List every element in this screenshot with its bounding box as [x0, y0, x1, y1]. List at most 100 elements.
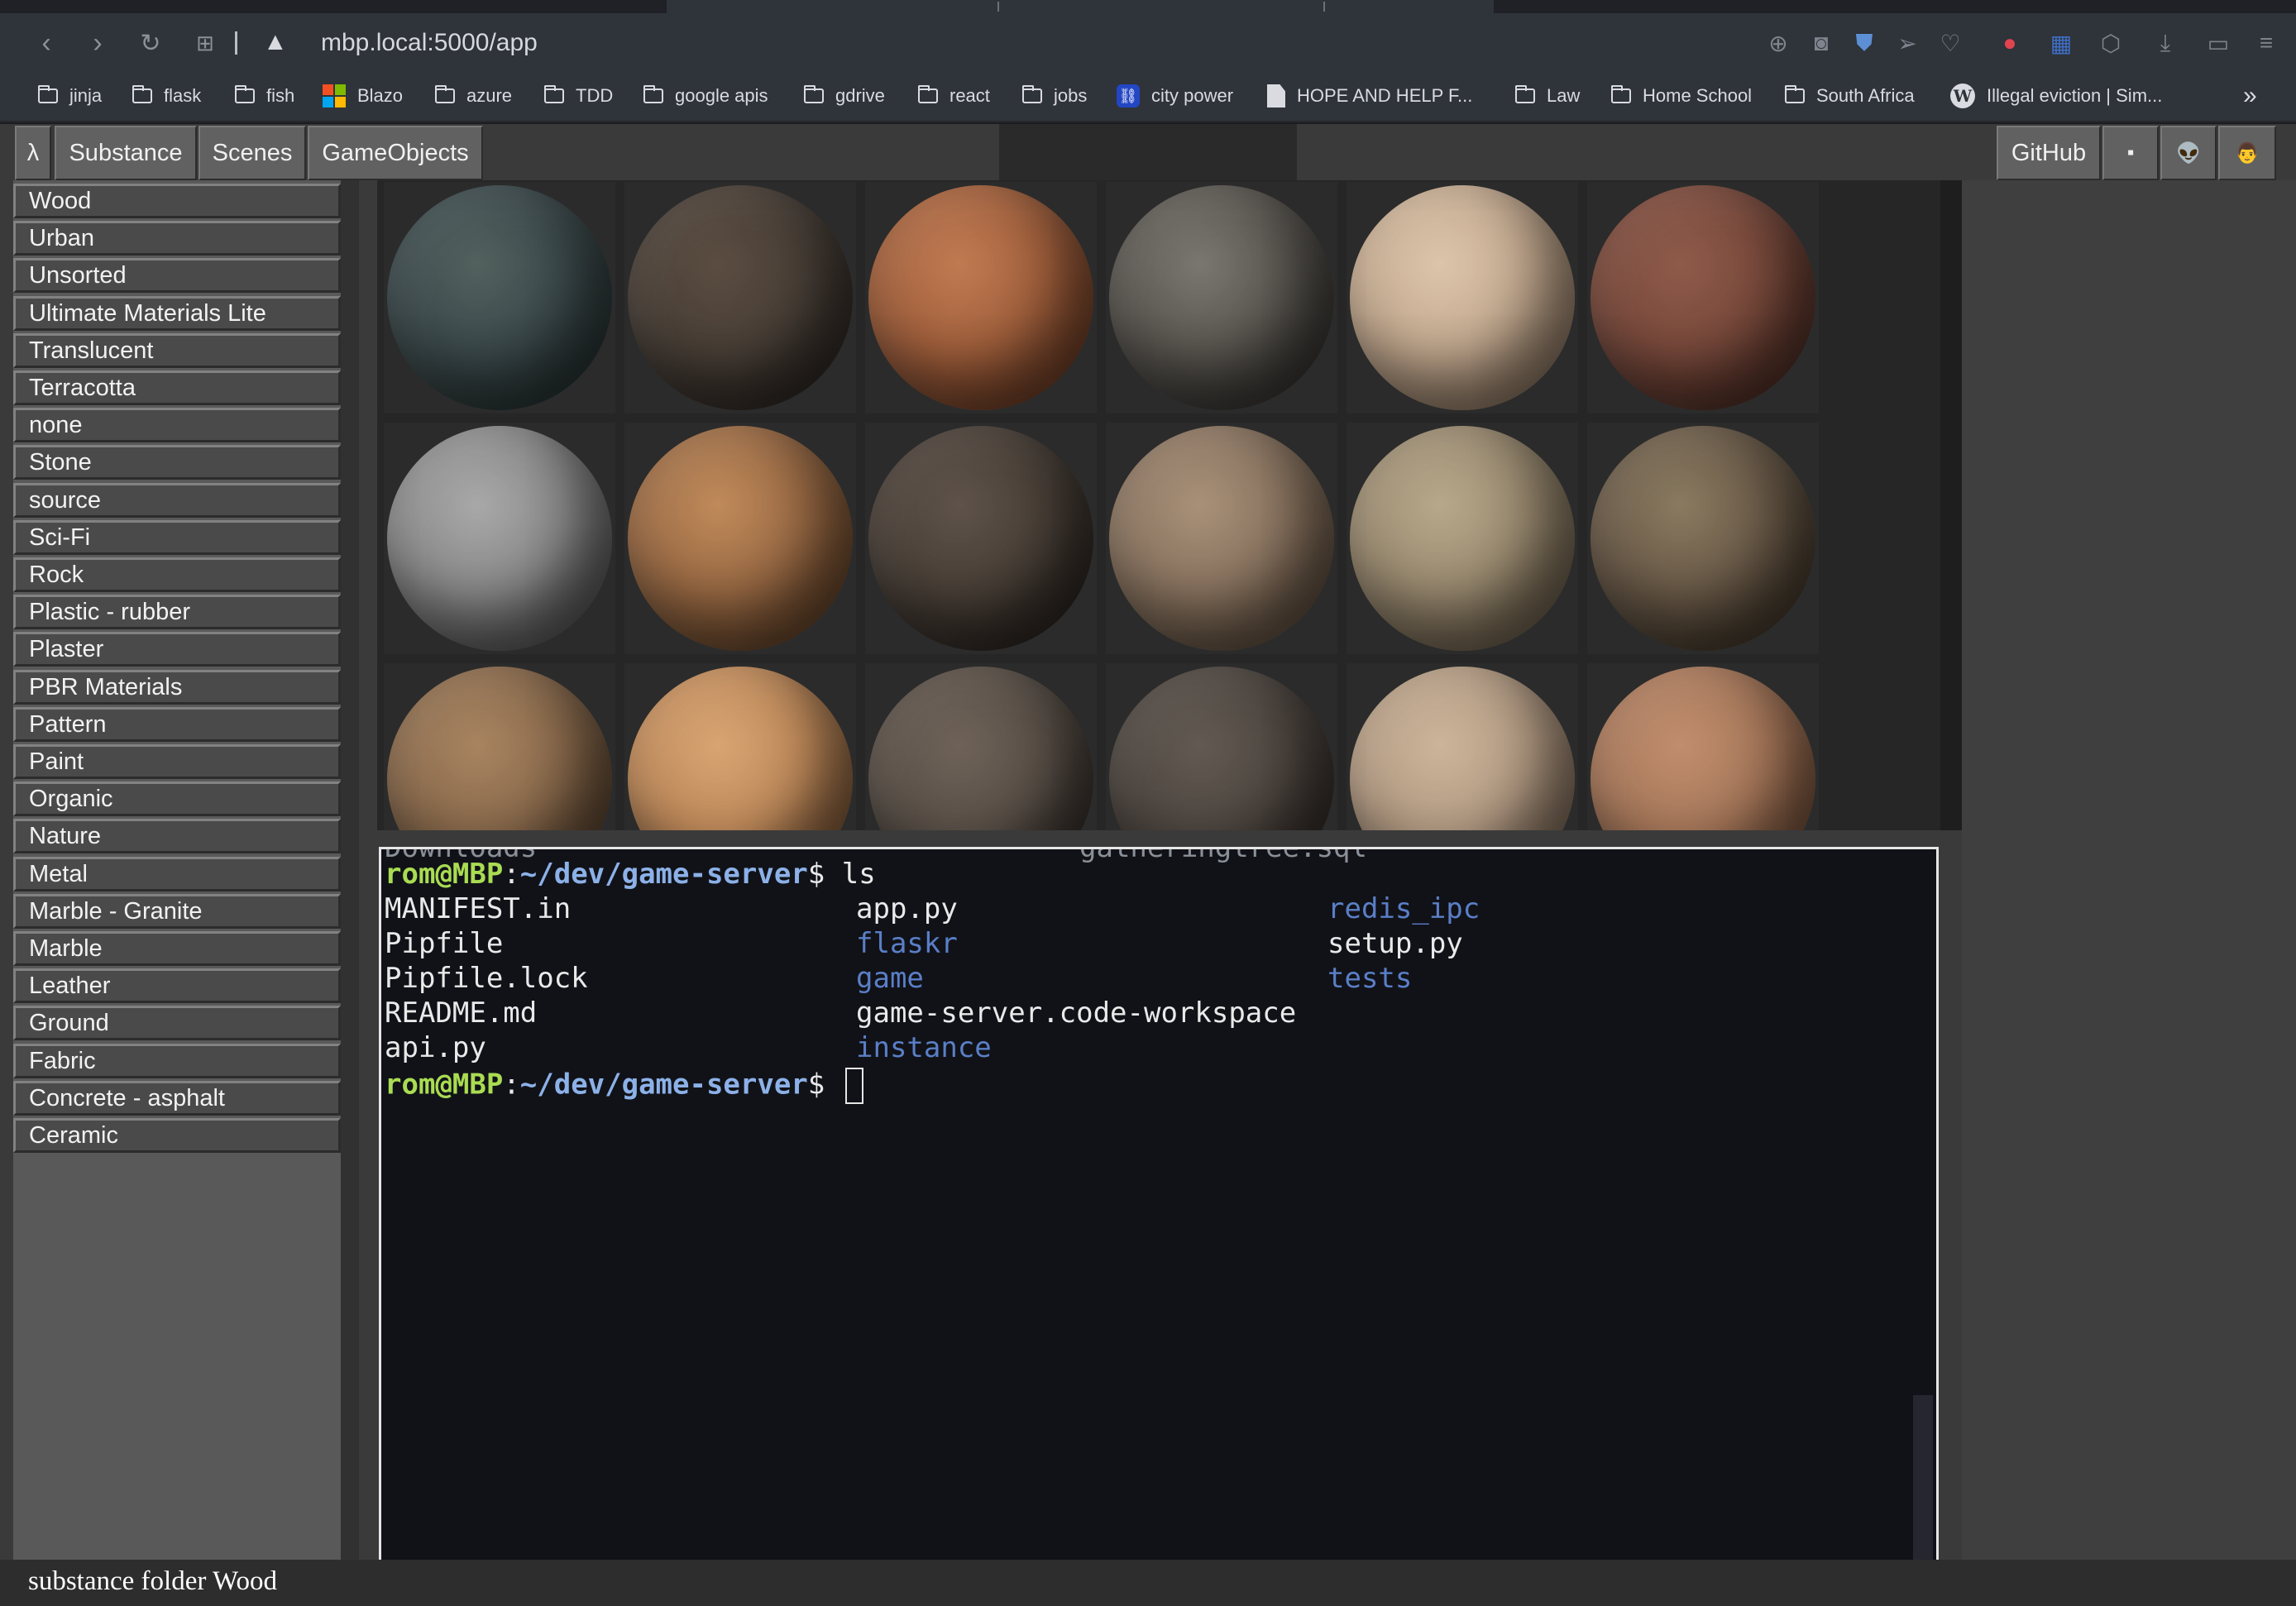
folder-item[interactable]: Rock: [13, 557, 341, 592]
send-icon[interactable]: ➢: [1892, 28, 1922, 58]
shield-icon[interactable]: ⛊: [1849, 28, 1879, 58]
folder-item[interactable]: Unsorted: [13, 258, 341, 294]
folder-item[interactable]: Leather: [13, 968, 341, 1004]
bookmark-blazo[interactable]: Blazo: [323, 81, 403, 111]
warning-icon[interactable]: ▲: [263, 28, 293, 58]
material-thumbnail[interactable]: [865, 663, 1097, 830]
folder-item[interactable]: Sci-Fi: [13, 519, 341, 555]
material-thumbnail[interactable]: [1587, 182, 1819, 413]
material-thumbnail[interactable]: [1106, 182, 1337, 413]
material-sphere: [1109, 667, 1334, 830]
ls-file-entry: Pipfile.lock: [385, 962, 588, 995]
material-thumbnail[interactable]: [1106, 423, 1337, 654]
download-icon[interactable]: ⤓: [2150, 28, 2180, 58]
substance-button[interactable]: Substance: [55, 126, 197, 180]
folder-item[interactable]: Plaster: [13, 632, 341, 667]
material-thumbnail[interactable]: [624, 423, 856, 654]
forward-icon[interactable]: ›: [83, 27, 112, 59]
menu-icon[interactable]: ≡: [2251, 28, 2281, 58]
ls-directory-entry: redis_ipc: [1327, 892, 1480, 925]
alien-icon[interactable]: 👽: [2160, 126, 2217, 180]
chat-icon[interactable]: ▪: [2102, 126, 2159, 180]
reload-icon[interactable]: ↻: [136, 28, 165, 58]
bookmark-illegal-eviction[interactable]: W Illegal eviction | Sim...: [1950, 81, 2162, 111]
material-sphere: [1109, 426, 1334, 651]
folder-item[interactable]: Organic: [13, 781, 341, 817]
camera-icon[interactable]: ◙: [1806, 28, 1836, 58]
heart-icon[interactable]: ♡: [1935, 28, 1965, 58]
material-thumbnail[interactable]: [1347, 182, 1578, 413]
material-thumbnail[interactable]: [384, 663, 615, 830]
bookmark-south-africa[interactable]: South Africa: [1785, 81, 1915, 111]
bookmark-hope-and-help[interactable]: HOPE AND HELP F...: [1267, 81, 1472, 111]
bookmark-jobs[interactable]: jobs: [1022, 81, 1087, 111]
bookmark-city-power[interactable]: ⛓ city power: [1117, 81, 1233, 111]
material-thumbnail[interactable]: [1347, 663, 1578, 830]
folder-item[interactable]: source: [13, 482, 341, 518]
material-thumbnail[interactable]: [1587, 663, 1819, 830]
ls-directory-entry: instance: [856, 1031, 992, 1064]
scenes-button[interactable]: Scenes: [199, 126, 306, 180]
gameobjects-button[interactable]: GameObjects: [308, 126, 483, 180]
folder-item[interactable]: Paint: [13, 744, 341, 779]
material-thumbnail[interactable]: [865, 182, 1097, 413]
material-thumbnail[interactable]: [384, 182, 615, 413]
zoom-icon[interactable]: ⊕: [1763, 28, 1793, 58]
tabs-grid-icon[interactable]: ⊞: [190, 28, 220, 58]
battery-icon[interactable]: ▭: [2203, 28, 2233, 58]
layout-gutter: [341, 180, 359, 1560]
folder-item[interactable]: Plastic - rubber: [13, 595, 341, 630]
terminal[interactable]: Downloads gatheringtree.sql rom@MBP:~/de…: [379, 847, 1939, 1560]
folder-item[interactable]: Metal: [13, 856, 341, 891]
folder-item[interactable]: Translucent: [13, 332, 341, 368]
folder-item[interactable]: Stone: [13, 445, 341, 480]
calendar-icon[interactable]: ▦: [2046, 28, 2076, 58]
bookmark-flask[interactable]: flask: [132, 81, 201, 111]
bookmark-tdd[interactable]: TDD: [544, 81, 613, 111]
material-thumbnail[interactable]: [624, 663, 856, 830]
bookmark-fish[interactable]: fish: [235, 81, 294, 111]
folder-item[interactable]: Pattern: [13, 706, 341, 742]
folder-item[interactable]: Marble: [13, 931, 341, 966]
folder-item[interactable]: Ceramic: [13, 1118, 341, 1153]
address-bar[interactable]: mbp.local:5000/app: [321, 25, 538, 61]
terminal-scrollbar[interactable]: [1913, 1395, 1933, 1560]
terminal-command: ls: [841, 858, 876, 891]
cube-icon[interactable]: ⬡: [2096, 28, 2126, 58]
bookmark-home-school[interactable]: Home School: [1611, 81, 1752, 111]
folder-item[interactable]: none: [13, 408, 341, 443]
material-thumbnail[interactable]: [384, 423, 615, 654]
folder-item[interactable]: Urban: [13, 221, 341, 256]
bookmark-jinja[interactable]: jinja: [38, 81, 102, 111]
folder-item[interactable]: Nature: [13, 819, 341, 854]
pinterest-icon[interactable]: ●: [1995, 28, 2025, 58]
terminal-prompt-line[interactable]: rom@MBP:~/dev/game-server$: [385, 1068, 863, 1104]
material-thumbnail[interactable]: [1347, 423, 1578, 654]
material-thumbnail[interactable]: [624, 182, 856, 413]
folder-item[interactable]: Wood: [13, 184, 341, 218]
bookmark-google-apis[interactable]: google apis: [643, 81, 768, 111]
ls-file-entry: MANIFEST.in: [385, 892, 572, 925]
folder-item[interactable]: Concrete - asphalt: [13, 1080, 341, 1116]
bookmark-law[interactable]: Law: [1515, 81, 1580, 111]
material-thumbnail[interactable]: [1587, 423, 1819, 654]
folder-item[interactable]: Ultimate Materials Lite: [13, 295, 341, 331]
folder-item[interactable]: Marble - Granite: [13, 893, 341, 929]
lambda-button[interactable]: λ: [15, 126, 51, 180]
bookmark-azure[interactable]: azure: [435, 81, 512, 111]
user-icon[interactable]: 👨: [2218, 126, 2276, 180]
material-thumbnail[interactable]: [1106, 663, 1337, 830]
back-icon[interactable]: ‹: [31, 27, 61, 59]
github-button[interactable]: GitHub: [1997, 126, 2101, 180]
material-thumbnail[interactable]: [865, 423, 1097, 654]
folder-item[interactable]: Fabric: [13, 1043, 341, 1078]
folder-item[interactable]: Terracotta: [13, 370, 341, 405]
bookmarks-overflow-icon[interactable]: »: [2243, 81, 2257, 111]
active-tab[interactable]: [667, 0, 1494, 13]
bookmarks-bar: jinja flask fish Blazo azure TDD google …: [0, 69, 2296, 122]
folder-icon: [918, 85, 938, 103]
folder-item[interactable]: Ground: [13, 1006, 341, 1041]
bookmark-gdrive[interactable]: gdrive: [804, 81, 885, 111]
bookmark-react[interactable]: react: [918, 81, 990, 111]
folder-item[interactable]: PBR Materials: [13, 669, 341, 705]
